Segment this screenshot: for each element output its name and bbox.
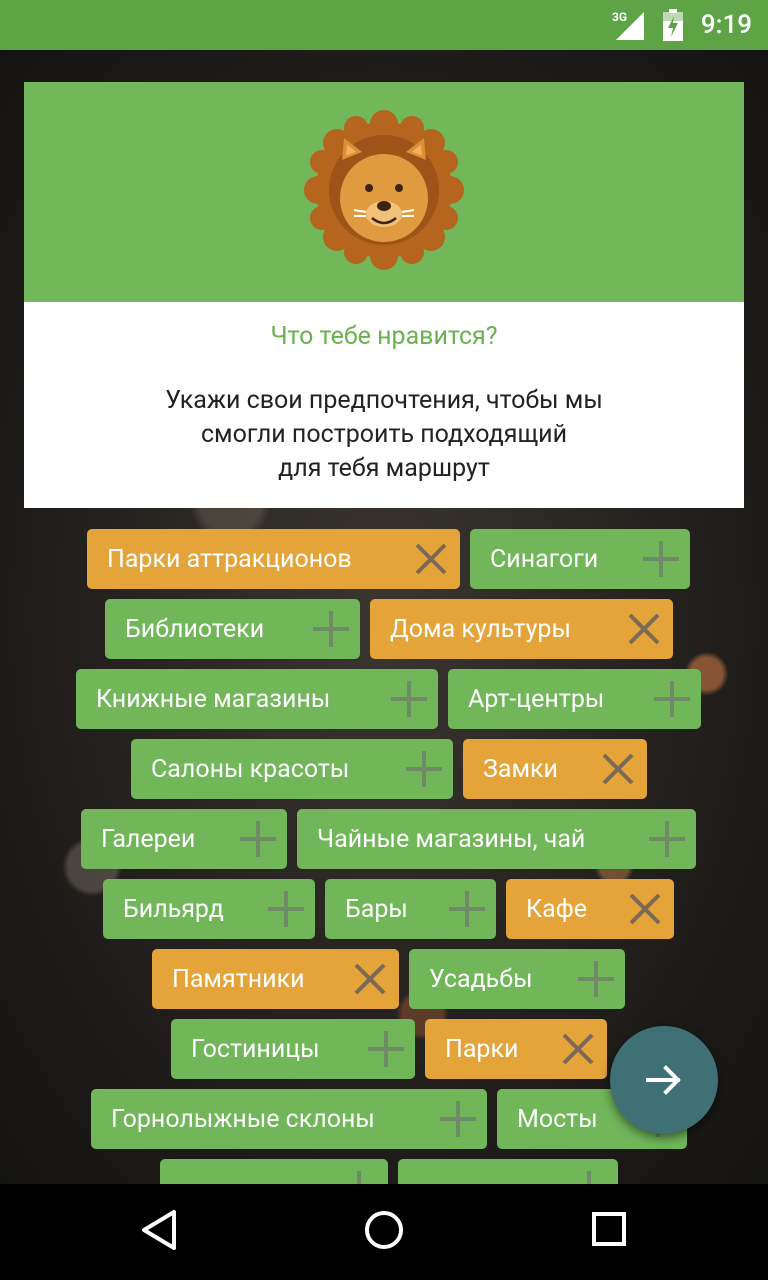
plus-icon[interactable] xyxy=(438,879,496,939)
plus-icon[interactable] xyxy=(380,669,438,729)
recents-square-icon[interactable] xyxy=(588,1208,632,1252)
chip-label: Арт-центры xyxy=(468,684,605,714)
plus-icon[interactable] xyxy=(638,809,696,869)
close-icon[interactable] xyxy=(549,1019,607,1079)
plus-icon[interactable] xyxy=(229,809,287,869)
chip-parks[interactable]: Парки xyxy=(425,1019,607,1079)
chip-label: Синагоги xyxy=(490,544,599,574)
chip-estates[interactable]: Усадьбы xyxy=(409,949,625,1009)
close-icon[interactable] xyxy=(616,879,674,939)
clock: 9:19 xyxy=(700,10,752,40)
plus-icon[interactable] xyxy=(357,1019,415,1079)
chip-hotels[interactable]: Гостиницы xyxy=(171,1019,415,1079)
plus-icon[interactable] xyxy=(302,599,360,659)
close-icon[interactable] xyxy=(341,949,399,1009)
chip-amusement-parks[interactable]: Парки аттракционов xyxy=(87,529,460,589)
chip-label: Дома культуры xyxy=(390,614,571,644)
card-description: Укажи свои предпочтения, чтобы мы смогли… xyxy=(84,384,684,486)
back-triangle-icon[interactable] xyxy=(138,1208,182,1252)
status-bar: 3G 9:19 xyxy=(0,0,768,50)
card-title: Что тебе нравится? xyxy=(270,322,498,351)
next-button[interactable] xyxy=(610,1026,718,1134)
chip-beauty-salons[interactable]: Салоны красоты xyxy=(131,739,453,799)
chip-label: Кафе xyxy=(526,894,588,924)
plus-icon[interactable] xyxy=(632,529,690,589)
close-icon[interactable] xyxy=(589,739,647,799)
chip-libraries[interactable]: Библиотеки xyxy=(105,599,360,659)
chip-tea-shops[interactable]: Чайные магазины, чай xyxy=(297,809,696,869)
chip-label: Памятники xyxy=(172,964,305,994)
lion-logo-icon xyxy=(304,110,464,270)
chip-label: Галереи xyxy=(101,824,196,854)
chip-ski-slopes[interactable]: Горнолыжные склоны xyxy=(91,1089,487,1149)
card-header xyxy=(24,82,744,302)
description-line: смогли построить подходящий xyxy=(200,420,568,449)
chip-label: Книжные магазины xyxy=(96,684,331,714)
chip-billiards[interactable]: Бильярд xyxy=(103,879,315,939)
plus-icon[interactable] xyxy=(567,949,625,1009)
arrow-right-icon xyxy=(646,1065,681,1095)
chip-galleries[interactable]: Галереи xyxy=(81,809,287,869)
close-icon[interactable] xyxy=(615,599,673,659)
home-circle-icon[interactable] xyxy=(362,1208,406,1252)
chip-monuments[interactable]: Памятники xyxy=(152,949,399,1009)
signal-icon xyxy=(616,12,644,40)
chip-synagogues[interactable]: Синагоги xyxy=(470,529,690,589)
chip-label: Бильярд xyxy=(123,894,224,924)
description-line: для тебя маршрут xyxy=(278,454,490,483)
plus-icon[interactable] xyxy=(257,879,315,939)
chip-label: Гостиницы xyxy=(191,1034,320,1064)
chip-cafes[interactable]: Кафе xyxy=(506,879,674,939)
chip-label: Мосты xyxy=(517,1104,598,1134)
chip-label: Замки xyxy=(483,754,558,784)
battery-icon xyxy=(663,9,683,41)
plus-icon[interactable] xyxy=(643,669,701,729)
chip-label: Парки аттракционов xyxy=(107,544,352,574)
chip-label: Чайные магазины, чай xyxy=(317,824,586,854)
chip-label: Библиотеки xyxy=(125,614,265,644)
chip-label: Усадьбы xyxy=(429,964,533,994)
plus-icon[interactable] xyxy=(429,1089,487,1149)
chip-bookstores[interactable]: Книжные магазины xyxy=(76,669,438,729)
chip-bars[interactable]: Бары xyxy=(325,879,496,939)
chip-label: Горнолыжные склоны xyxy=(111,1104,375,1134)
chip-label: Бары xyxy=(345,894,408,924)
intro-card: Что тебе нравится? Укажи свои предпочтен… xyxy=(24,82,744,508)
chip-label: Парки xyxy=(445,1034,519,1064)
chip-castles[interactable]: Замки xyxy=(463,739,647,799)
navigation-bar xyxy=(0,1184,768,1280)
chip-culture-houses[interactable]: Дома культуры xyxy=(370,599,673,659)
description-line: Укажи свои предпочтения, чтобы мы xyxy=(165,386,603,415)
chip-label: Салоны красоты xyxy=(151,754,350,784)
chip-art-centers[interactable]: Арт-центры xyxy=(448,669,701,729)
plus-icon[interactable] xyxy=(395,739,453,799)
close-icon[interactable] xyxy=(402,529,460,589)
